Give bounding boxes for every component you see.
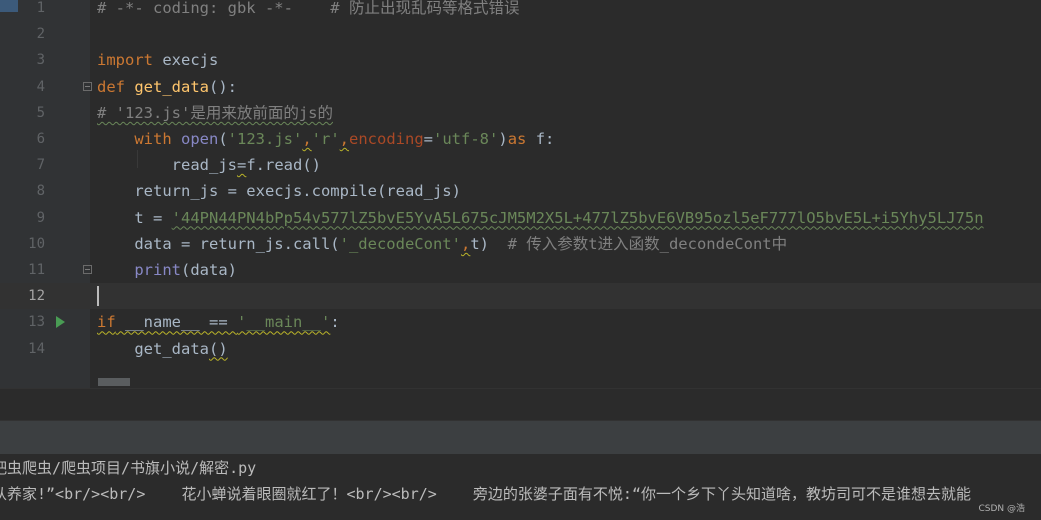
code-text: print(data) [134, 261, 237, 279]
console-path-line: 吧虫爬虫/爬虫项目/书旗小说/解密.py [0, 459, 257, 477]
editor-bottom-area [0, 388, 1041, 421]
line-number: 2 [36, 26, 45, 43]
code-line[interactable]: 14 get_data() [0, 336, 1041, 362]
indent-guide [137, 150, 138, 168]
line-number: 5 [36, 104, 45, 121]
code-text: def get_data(): [97, 77, 237, 96]
code-text: t = '44PN44PN4bPp54v577lZ5bvE5YvA5L675cJ… [97, 208, 984, 227]
code-text: if __name__ == '__main__': [97, 313, 340, 332]
fold-marker-icon[interactable] [83, 265, 92, 274]
code-text: # -*- coding: gbk -*- # 防止出现乱码等格式错误 [97, 0, 520, 17]
line-number: 13 [28, 314, 45, 331]
line-number: 8 [36, 183, 45, 200]
line-number: 3 [36, 52, 45, 69]
code-text: # '123.js'是用来放前面的js的 [97, 103, 333, 122]
code-line[interactable]: 7 read_js=f.read() [0, 152, 1041, 178]
code-line[interactable]: 6 with open('123.js','r',encoding='utf-8… [0, 126, 1041, 152]
run-console[interactable]: 吧虫爬虫/爬虫项目/书旗小说/解密.py 从养家!”<br/><br/> 花小蝉… [0, 454, 1041, 520]
line-number: 12 [28, 288, 45, 305]
watermark: CSDN @浩 [978, 504, 1025, 514]
code-text: read_js=f.read() [97, 156, 321, 175]
line-number: 6 [36, 131, 45, 147]
fold-marker-icon[interactable] [83, 81, 92, 91]
run-tool-window-header [0, 420, 1041, 455]
code-line[interactable]: 5 # '123.js'是用来放前面的js的 [0, 100, 1041, 126]
code-line[interactable]: 13 if __name__ == '__main__': [0, 309, 1041, 335]
line-number: 1 [36, 0, 45, 16]
text-caret [97, 286, 99, 307]
line-number: 11 [28, 262, 45, 278]
code-line[interactable]: 12 [0, 283, 1041, 310]
code-line[interactable]: 2 [0, 21, 1041, 47]
code-text: data = return_js.call('_decodeCont',t) #… [97, 234, 788, 253]
line-number: 14 [28, 340, 45, 357]
code-line[interactable]: 8 return_js = execjs.compile(read_js) [0, 178, 1041, 204]
code-text: with open('123.js','r',encoding='utf-8')… [134, 130, 555, 148]
run-gutter-icon[interactable] [56, 316, 65, 329]
horizontal-scrollbar-thumb[interactable] [98, 378, 130, 386]
code-text: import execjs [97, 51, 219, 70]
code-editor[interactable]: 1 # -*- coding: gbk -*- # 防止出现乱码等格式错误 2 3 im… [0, 0, 1041, 388]
line-number: 4 [36, 78, 45, 95]
code-line[interactable]: 9 t = '44PN44PN4bPp54v577lZ5bvE5YvA5L675… [0, 205, 1041, 231]
code-line[interactable]: 1 # -*- coding: gbk -*- # 防止出现乱码等格式错误 [0, 0, 1041, 21]
code-text: return_js = execjs.compile(read_js) [97, 182, 461, 201]
line-number: 7 [36, 157, 45, 174]
code-line[interactable]: 10 data = return_js.call('_decodeCont',t… [0, 231, 1041, 257]
code-line[interactable]: 4 def get_data(): [0, 74, 1041, 100]
code-line[interactable]: 11 print(data) [0, 257, 1041, 283]
line-number: 9 [36, 209, 45, 226]
code-text: get_data() [97, 339, 228, 358]
code-line[interactable]: 3 import execjs [0, 47, 1041, 73]
console-output-line: 从养家!”<br/><br/> 花小蝉说着眼圈就红了！<br/><br/> 旁边… [0, 485, 971, 503]
line-number: 10 [28, 235, 45, 252]
